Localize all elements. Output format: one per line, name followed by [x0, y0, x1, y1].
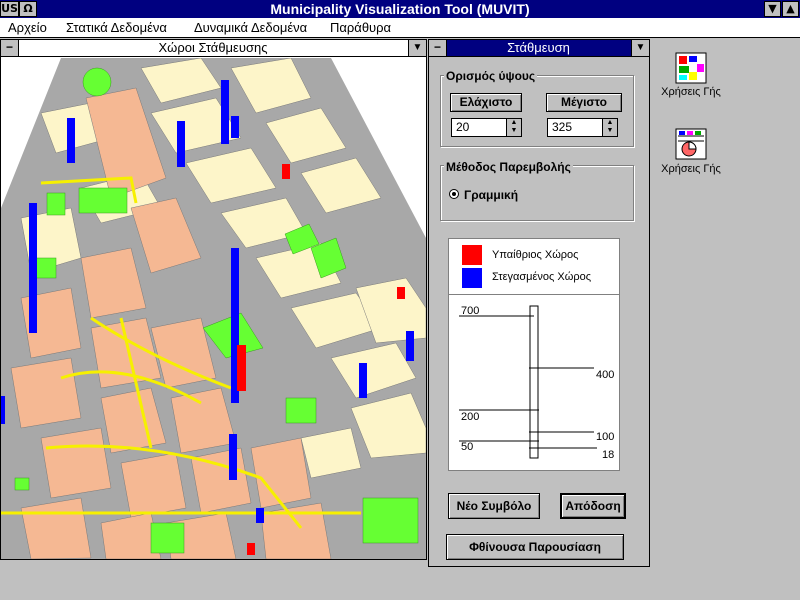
scale-tick-200: 200 [461, 411, 480, 423]
minimize-icon[interactable]: ▼ [764, 1, 781, 17]
system-menu-icon[interactable]: US [0, 1, 19, 17]
parking-window-title: Στάθμευση [507, 40, 570, 55]
outdoor-legend-swatch [462, 245, 482, 265]
scale-tick-100: 100 [596, 431, 615, 443]
parking-system-menu-icon[interactable]: − [429, 40, 447, 56]
linear-radio[interactable] [449, 189, 459, 199]
covered-legend-swatch [462, 268, 482, 288]
map-system-menu-icon[interactable]: − [1, 40, 19, 56]
new-symbol-button[interactable]: Νέο Συμβόλο [448, 493, 540, 519]
legend-divider [449, 294, 619, 295]
parking-minimize-icon[interactable]: ▼ [631, 40, 649, 56]
scale-tick-400: 400 [596, 369, 615, 381]
map-minimize-icon[interactable]: ▼ [408, 40, 426, 56]
menu-dynamic-data[interactable]: Δυναμικά Δεδομένα [194, 19, 307, 36]
landuse-icon-label-1[interactable]: Χρήσεις Γής [651, 86, 731, 98]
map-window-titlebar: − Χώροι Στάθμευσης ▼ [0, 39, 427, 57]
descending-presentation-button[interactable]: Φθίνουσα Παρουσίαση [446, 534, 624, 560]
outdoor-legend-label: Υπαίθριος Χώρος [492, 249, 579, 261]
parking-window-titlebar: − Στάθμευση ▼ [428, 39, 650, 57]
linear-radio-label[interactable]: Γραμμική [464, 188, 518, 202]
maximize-icon[interactable]: ▲ [782, 1, 799, 17]
height-scale [459, 305, 597, 459]
min-height-stepper[interactable]: ▲ ▼ [506, 118, 522, 137]
landuse-icon-label-2[interactable]: Χρήσεις Γής [651, 163, 731, 175]
parking-map[interactable] [1, 58, 426, 559]
menu-static-data[interactable]: Στατικά Δεδομένα [66, 19, 167, 36]
interpolation-group-label: Μέθοδος Παρεμβολής [444, 160, 573, 174]
app-title: Municipality Visualization Tool (MUVIT) [270, 1, 530, 17]
scale-tick-700: 700 [461, 305, 480, 317]
landuse-chart-icon[interactable] [675, 128, 707, 160]
max-height-input[interactable]: 325 [547, 118, 603, 137]
map-window-title: Χώροι Στάθμευσης [158, 40, 268, 55]
scale-tick-18: 18 [602, 449, 615, 461]
min-height-button[interactable]: Ελάχιστο [450, 93, 522, 112]
omega-button[interactable]: Ω [19, 1, 37, 17]
menu-file[interactable]: Αρχείο [8, 19, 47, 36]
covered-legend-label: Στεγασμένος Χώρος [492, 271, 591, 283]
max-height-stepper[interactable]: ▲ ▼ [602, 118, 618, 137]
menu-windows[interactable]: Παράθυρα [330, 19, 391, 36]
min-height-input[interactable]: 20 [451, 118, 507, 137]
height-group-label: Ορισμός ύψους [444, 69, 538, 83]
landuse-map-icon[interactable] [675, 52, 707, 84]
scale-tick-50: 50 [461, 441, 474, 453]
max-height-button[interactable]: Μέγιστο [546, 93, 622, 112]
render-button[interactable]: Απόδοση [560, 493, 626, 519]
